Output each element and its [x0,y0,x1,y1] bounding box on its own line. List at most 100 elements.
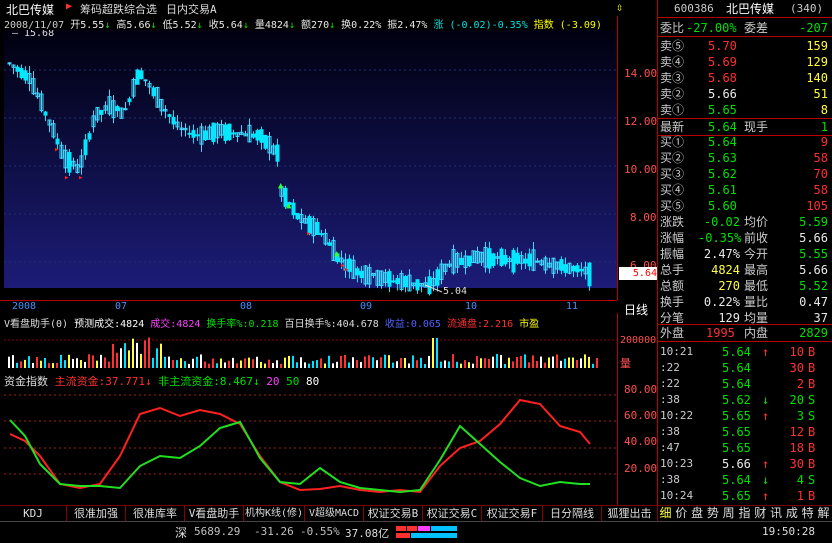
chart-background [4,30,617,288]
stat-label: 最低 [744,279,769,293]
stat-value: -0.35% [698,231,742,245]
mode-label[interactable]: 日内交易A [166,1,217,17]
tab-macd[interactable]: V超级MACD [305,506,364,521]
ask-row: 卖① 5.65 8 [658,102,832,118]
tick-row: 10:22 5.65 ↑ 3 S [658,408,832,424]
stat-value: 0.22% [703,295,740,309]
tick-price: 5.64 [722,361,751,375]
stock-num: (340) [790,2,824,15]
outer-inner-row: 外盘 1995 内盘 2829 [658,324,832,342]
tab-jigou[interactable]: 机构K线(修) [244,506,305,521]
stat-value: 5.59 [799,215,828,229]
tick-price: 5.65 [722,489,751,503]
last-value: 5.64 [708,120,737,134]
volume-header: V看盘助手(0) 预测成交:4824 成交:4824 换手率%:0.218 百日… [4,315,618,328]
stat-label: 振幅 [660,247,685,261]
function-tab[interactable]: 势 [705,506,720,521]
function-tab[interactable]: 讯 [769,506,784,521]
stat-value: 5.52 [799,279,828,293]
time-tick: 08 [240,301,253,312]
tick-volume: 12 [789,425,804,439]
tab-kdj[interactable]: KDJ [0,506,67,521]
fund-tick: 20.00 [624,462,658,475]
tab-warrant-f[interactable]: 权证交易F [482,506,543,521]
tick-volume: 1 [796,489,804,503]
low-value: 5.04 [443,286,467,297]
function-tab[interactable]: 特 [800,506,815,521]
lock-icon[interactable]: ⇳ [616,0,623,14]
function-tab[interactable]: 解 [816,506,831,521]
stat-value: 5.66 [799,231,828,245]
fund-tick: 40.00 [624,435,658,448]
stock-code: 600386 [674,2,714,15]
indicator-name[interactable]: 筹码超跌综合选 [80,1,157,17]
tab-warrant-c[interactable]: 权证交易C [423,506,482,521]
svg-text:▲: ▲ [278,181,284,191]
xianshou-label: 现手 [744,120,769,134]
function-tab[interactable]: 成 [784,506,799,521]
tick-volume: 3 [796,409,804,423]
ask-label: 卖② [660,87,685,101]
ask-label: 卖③ [660,71,685,85]
play-icon[interactable]: ▶ [66,1,72,12]
index-change: -31.26 [254,525,294,538]
bid-volume: 105 [806,199,828,213]
time-tick: 2008 [12,301,37,312]
tab-henzhun[interactable]: 很准加强 [67,506,126,521]
tab-henzhunrate[interactable]: 很准库率 [126,506,185,521]
ask-price: 5.66 [708,87,737,101]
tick-side: S [808,473,816,487]
stat-label: 换手 [660,295,685,309]
tick-side: B [808,489,816,503]
tab-vassist[interactable]: V看盘助手 [185,506,244,521]
tick-row: :47 5.65 18 B [658,440,832,456]
function-tab[interactable]: 盘 [690,506,705,521]
svg-text:▲: ▲ [334,249,340,259]
info-line: 2008/11/07 开5.55↓ 高5.66↓ 低5.52↓ 收5.64↓ 量… [4,20,602,31]
volume-chart[interactable] [0,328,617,370]
ask-volume: 51 [813,87,828,101]
tab-day-separator[interactable]: 日分隔线 [543,506,602,521]
function-tab[interactable]: 价 [674,506,689,521]
ask-label: 卖④ [660,55,685,69]
function-tab[interactable]: 细 [658,506,673,521]
stat-row: 总额 270 最低 5.52 [658,278,832,294]
stat-value: 5.66 [799,263,828,277]
tick-time: :47 [660,441,680,454]
stat-row: 换手 0.22% 量比 0.47 [658,294,832,310]
bid-volume: 9 [820,135,828,149]
tick-row: 10:21 5.64 ↑ 10 B [658,344,832,360]
tick-volume: 10 [789,345,804,359]
fund-chart[interactable] [0,386,617,504]
inner-label: 内盘 [744,326,769,340]
ask-row: 卖④ 5.69 129 [658,54,832,70]
price-tick: 14.00 [624,67,658,80]
quote-panel: 600386 北巴传媒 (340) 委比 -27.00% 委差 -207 卖⑤ 5… [657,0,832,505]
quote-stock-name: 北巴传媒 [726,2,775,16]
tick-arrow: ↑ [762,489,770,503]
tick-arrow: ↓ [762,473,770,487]
right-tabs: 细价盘势周指财讯成特解 [658,506,832,521]
vol-title[interactable]: V看盘助手(0) [4,319,68,328]
vol-pred-label: 预测成交: [74,319,121,328]
quote-title-row: 600386 北巴传媒 (340) [658,1,832,18]
time-tick: 07 [115,301,128,312]
tick-row: :38 5.64 ↓ 4 S [658,472,832,488]
tick-time: :22 [660,361,680,374]
index-pct: -0.55% [300,525,340,538]
stat-value: 0.47 [799,295,828,309]
tick-price: 5.64 [722,345,751,359]
tick-arrow: ↑ [762,345,770,359]
tab-warrant-b[interactable]: 权证交易B [364,506,423,521]
function-tab[interactable]: 指 [737,506,752,521]
index-name[interactable]: 深 [175,524,187,541]
kline-chart[interactable]: ▸▸ ▸▸▸▸▲▲▲ — 15.68 5.04 [0,30,617,300]
tick-side: B [808,441,816,455]
tick-arrow: ↑ [762,457,770,471]
stat-row: 涨跌 -0.02 均价 5.59 [658,214,832,230]
bid-price: 5.61 [708,183,737,197]
function-tab[interactable]: 周 [721,506,736,521]
tab-fox[interactable]: 狐狸出击 [602,506,658,521]
fund-axis: 80.00 60.00 40.00 20.00 [617,370,658,505]
function-tab[interactable]: 财 [753,506,768,521]
